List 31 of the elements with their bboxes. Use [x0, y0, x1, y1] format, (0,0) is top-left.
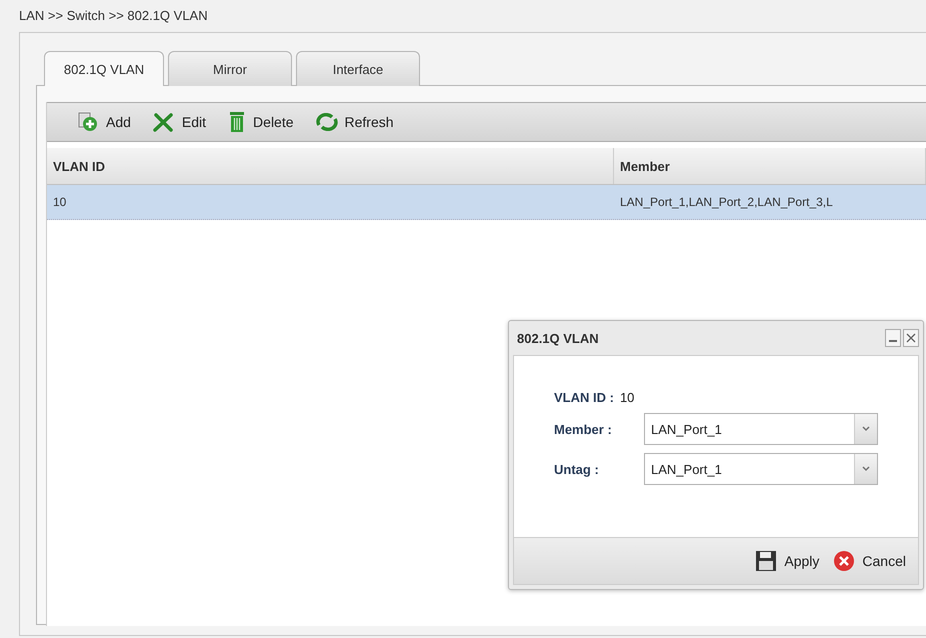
table-row[interactable]: 10 LAN_Port_1,LAN_Port_2,LAN_Port_3,L [47, 185, 926, 220]
tab[interactable]: Interface [296, 51, 420, 86]
add-icon [77, 112, 99, 132]
close-icon [906, 333, 916, 343]
field-label: Member : [554, 422, 613, 436]
dropdown[interactable]: LAN_Port_1 [644, 413, 878, 445]
column-header: VLAN ID [47, 148, 614, 184]
field-label: Untag : [554, 462, 600, 476]
breadcrumb: LAN >> Switch >> 802.1Q VLAN [19, 8, 209, 25]
minimize-button[interactable] [885, 329, 901, 347]
field-value: 10 [620, 390, 634, 405]
save-icon [755, 550, 778, 572]
table-cell-text: LAN_Port_1,LAN_Port_2,LAN_Port_3,L [619, 194, 834, 211]
tab[interactable]: Mirror [168, 51, 292, 86]
tab[interactable]: 802.1Q VLAN [44, 51, 164, 86]
trash-icon [228, 111, 246, 133]
field-label: VLAN ID : [554, 390, 614, 405]
apply-button[interactable]: Apply [755, 550, 820, 572]
tools-icon [152, 112, 175, 132]
close-button[interactable] [903, 329, 919, 347]
refresh-icon [316, 113, 338, 131]
cancel-icon [833, 550, 856, 572]
table-cell-text: 10 [52, 194, 68, 211]
cancel-button[interactable]: Cancel [833, 550, 906, 572]
edit-button[interactable]: Edit [152, 112, 206, 132]
delete-button[interactable]: Delete [228, 111, 294, 133]
dropdown[interactable]: LAN_Port_1 [644, 453, 878, 485]
dialog-title: 802.1Q VLAN [517, 330, 599, 346]
refresh-button[interactable]: Refresh [316, 113, 394, 131]
add-button[interactable]: Add [77, 112, 131, 132]
column-header: Member [614, 148, 926, 184]
